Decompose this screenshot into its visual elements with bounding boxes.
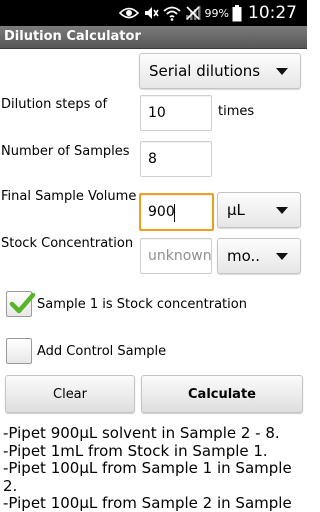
chevron-down-icon [276,68,288,75]
app-title: Dilution Calculator [4,29,141,44]
result-line: -Pipet 100µL from Sample 2 in Sample 3. [3,494,292,512]
result-line: -Pipet 900µL solvent in Sample 2 - 8. [3,424,280,442]
sample1-stock-label[interactable]: Sample 1 is Stock concentration [37,297,247,312]
checkmark-icon [9,292,36,314]
control-sample-label[interactable]: Add Control Sample [37,344,166,359]
chevron-down-icon [276,207,288,214]
volume-unit-value: µL [227,201,245,219]
result-line: -Pipet 100µL from Sample 1 in Sample 2. [3,459,292,495]
final-volume-label: Final Sample Volume [1,189,137,204]
sample1-stock-checkbox[interactable] [6,291,36,317]
clear-button[interactable]: Clear [5,375,135,413]
control-sample-checkbox[interactable] [6,338,32,364]
number-of-samples-field[interactable] [140,141,212,177]
stock-concentration-input[interactable] [141,239,211,273]
dilution-steps-label: Dilution steps of [1,97,108,112]
eye-icon [118,6,139,20]
volume-unit-spinner[interactable]: µL [217,192,301,228]
clock: 10:27 [248,3,297,23]
dilution-steps-input[interactable] [141,96,211,130]
stock-concentration-field[interactable] [140,238,212,274]
results-text: -Pipet 900µL solvent in Sample 2 - 8. -P… [3,424,305,512]
final-volume-field[interactable] [139,193,214,231]
calculate-button[interactable]: Calculate [141,375,303,413]
chevron-down-icon [276,253,288,260]
no-signal-icon [185,5,201,21]
concentration-unit-spinner[interactable]: mo.. [217,238,301,274]
concentration-unit-value: mo.. [227,247,261,265]
battery-icon [232,4,242,22]
wifi-icon [162,6,181,21]
mode-spinner[interactable]: Serial dilutions [139,53,301,89]
final-volume-input[interactable] [141,195,212,229]
number-of-samples-label: Number of Samples [1,144,130,159]
number-of-samples-input[interactable] [141,142,211,176]
result-line: -Pipet 1mL from Stock in Sample 1. [3,441,268,460]
mode-spinner-value: Serial dilutions [149,62,261,80]
text-cursor [174,204,175,222]
battery-percent: 99% [204,6,229,20]
mute-icon [143,5,159,21]
dilution-steps-suffix: times [218,104,255,119]
title-bar: Dilution Calculator [0,26,307,49]
status-bar: 99% 10:27 [0,0,307,26]
stock-concentration-label: Stock Concentration [1,236,134,251]
dilution-steps-field[interactable] [140,95,212,131]
